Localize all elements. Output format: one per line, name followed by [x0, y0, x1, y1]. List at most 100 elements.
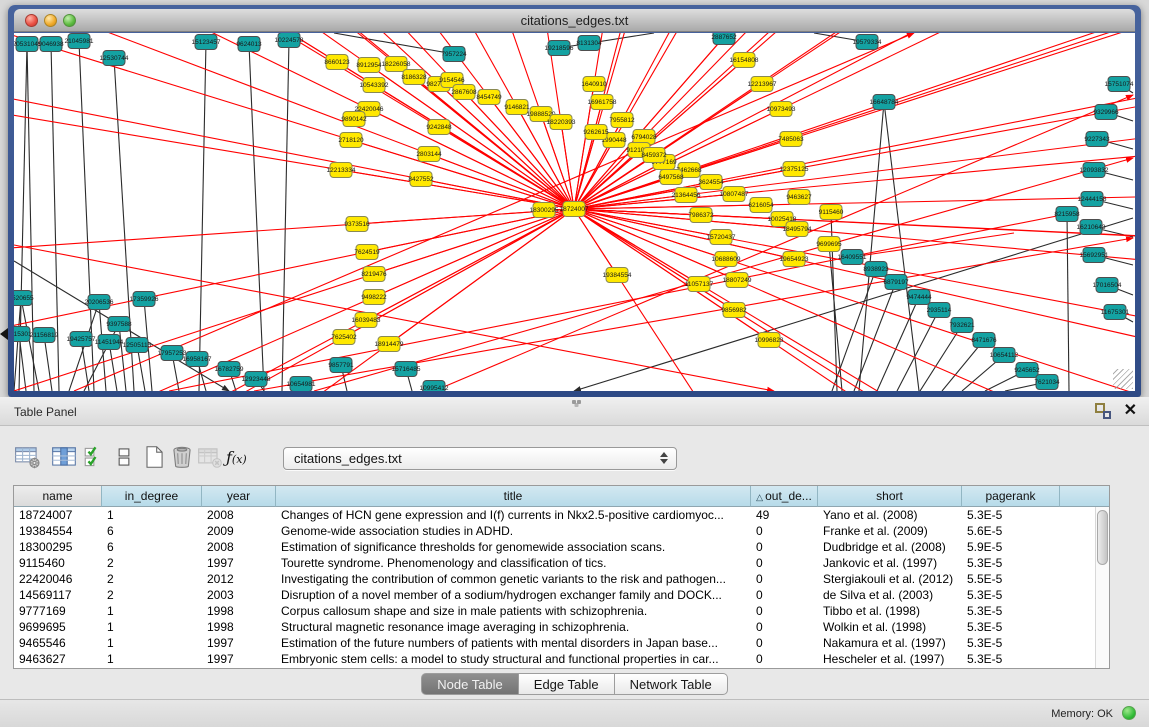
network-node[interactable]: 9498222	[361, 290, 387, 305]
network-node[interactable]: 18220393	[547, 115, 576, 130]
network-node[interactable]: 19654923	[780, 252, 809, 267]
network-node[interactable]: 1640910	[581, 77, 607, 92]
network-node[interactable]: 10543392	[360, 78, 389, 93]
network-node[interactable]: 12093832	[1080, 163, 1109, 178]
network-node[interactable]: 8131304	[576, 36, 602, 51]
table-scrollbar[interactable]	[1095, 507, 1109, 668]
network-node[interactable]: 7624519	[354, 245, 380, 260]
table-row[interactable]: 977716911998Corpus callosum shape and si…	[14, 603, 1109, 619]
network-node[interactable]: 6497568	[658, 170, 684, 185]
network-node[interactable]: 7485063	[778, 132, 804, 147]
network-node[interactable]: 12213967	[748, 77, 777, 92]
column-header-short[interactable]: short	[818, 486, 962, 507]
network-node[interactable]: 8215958	[1054, 207, 1080, 222]
network-node[interactable]: 9227343	[1084, 132, 1110, 147]
window-resize-grip[interactable]	[1113, 369, 1133, 389]
network-node[interactable]: 18724007	[560, 202, 589, 217]
table-row[interactable]: 1938455462009Genome-wide association stu…	[14, 523, 1109, 539]
network-node[interactable]: 9046938	[38, 37, 64, 52]
network-node[interactable]: 12505115	[123, 338, 152, 353]
network-node[interactable]: 15692951	[1080, 248, 1109, 263]
close-button[interactable]	[25, 14, 38, 27]
network-node[interactable]: 2718120	[338, 133, 364, 148]
collapse-panel-arrow-icon[interactable]	[0, 328, 8, 340]
network-node[interactable]: 8219476	[361, 267, 387, 282]
network-node[interactable]: 9115460	[819, 205, 844, 220]
network-node[interactable]: 10688609	[712, 252, 741, 267]
network-node[interactable]: 7986372	[688, 208, 714, 223]
network-node[interactable]: 18914479	[375, 337, 404, 352]
network-node[interactable]: 8454749	[476, 90, 502, 105]
network-node[interactable]: 10996823	[755, 333, 784, 348]
table-row[interactable]: 1872400712008Changes of HCN gene express…	[14, 507, 1109, 523]
network-node[interactable]: 2867608	[451, 85, 477, 100]
network-node[interactable]: 9699695	[816, 237, 842, 252]
row-height-button[interactable]	[110, 444, 140, 474]
network-node[interactable]: 2935114	[927, 303, 952, 318]
close-panel-button[interactable]: ✕	[1124, 401, 1137, 421]
network-node[interactable]: 9624013	[236, 37, 262, 52]
network-node[interactable]: 8660123	[324, 55, 350, 70]
network-node[interactable]: 16210643	[1077, 220, 1106, 235]
column-header-in_degree[interactable]: in_degree	[102, 486, 202, 507]
tab-edge-table[interactable]: Edge Table	[519, 673, 615, 695]
tab-node-table[interactable]: Node Table	[421, 673, 519, 695]
network-node[interactable]: 15751074	[1105, 77, 1134, 92]
column-header-title[interactable]: title	[276, 486, 751, 507]
network-node[interactable]: 20206536	[85, 295, 114, 310]
network-node[interactable]: 11057137	[685, 277, 714, 292]
network-node[interactable]: 9856982	[721, 303, 747, 318]
network-node[interactable]: 9397588	[106, 317, 132, 332]
network-node[interactable]: 10654112	[990, 348, 1019, 363]
network-node[interactable]: 7625402	[331, 330, 357, 345]
tab-network-table[interactable]: Network Table	[615, 673, 728, 695]
network-node[interactable]: 19384554	[603, 268, 632, 283]
network-node[interactable]: 3624554	[698, 175, 724, 190]
network-node[interactable]: 17016504	[1093, 278, 1122, 293]
network-node[interactable]: 15123457	[192, 35, 221, 50]
network-node[interactable]: 19218596	[545, 41, 574, 56]
network-node[interactable]: 2520655	[14, 291, 34, 306]
network-node[interactable]: 21156819	[30, 328, 59, 343]
network-node[interactable]: 9373516	[344, 217, 370, 232]
table-row[interactable]: 946362711997Embryonic stem cells: a mode…	[14, 651, 1109, 667]
column-header-out_de[interactable]: △out_de...	[751, 486, 818, 507]
network-node[interactable]: 16958167	[183, 352, 212, 367]
network-node[interactable]: 15716485	[392, 362, 421, 377]
network-node[interactable]: 16409551	[838, 250, 867, 265]
network-node[interactable]: 2803144	[416, 147, 442, 162]
table-row[interactable]: 1830029562008Estimation of significance …	[14, 539, 1109, 555]
select-rows-button[interactable]	[82, 444, 112, 474]
network-node[interactable]: 8427552	[408, 172, 434, 187]
column-header-pagerank[interactable]: pagerank	[962, 486, 1060, 507]
network-node[interactable]: 11675301	[1101, 305, 1130, 320]
network-node[interactable]: 11451944	[95, 335, 124, 350]
network-node[interactable]: 7621034	[1034, 375, 1060, 390]
network-node[interactable]: 9242848	[426, 120, 452, 135]
network-node[interactable]: 7955812	[609, 113, 635, 128]
table-row[interactable]: 1456911722003Disruption of a novel membe…	[14, 587, 1109, 603]
network-node[interactable]: 19579334	[853, 35, 882, 50]
zoom-button[interactable]	[63, 14, 76, 27]
network-node[interactable]: 6879197	[883, 275, 909, 290]
network-node[interactable]: 16961758	[588, 95, 617, 110]
network-node[interactable]: 17359926	[130, 292, 159, 307]
table-row[interactable]: 2242004622012Investigating the contribut…	[14, 571, 1109, 587]
network-node[interactable]: 9329966	[1093, 105, 1119, 120]
network-node[interactable]: 12375125	[780, 162, 809, 177]
function-builder-button[interactable]: ƒ(x)	[226, 444, 256, 474]
column-visibility-button[interactable]	[50, 444, 80, 474]
network-canvas[interactable]: 1872400716154808122139671097349374850631…	[14, 33, 1135, 391]
table-row[interactable]: 969969511998Structural magnetic resonanc…	[14, 619, 1109, 635]
network-node[interactable]: 18495794	[783, 222, 812, 237]
network-node[interactable]: 10995412	[420, 381, 449, 392]
network-node[interactable]: 2887652	[711, 33, 737, 45]
network-node[interactable]: 8186328	[401, 70, 427, 85]
network-node[interactable]: 12530744	[100, 51, 129, 66]
network-node[interactable]: 18807249	[723, 273, 752, 288]
network-node[interactable]: 10224578	[275, 33, 304, 48]
column-header-name[interactable]: name	[14, 486, 102, 507]
network-node[interactable]: 19425757	[67, 332, 96, 347]
network-node[interactable]: 21364456	[672, 188, 701, 203]
network-node[interactable]: 9474444	[906, 290, 932, 305]
